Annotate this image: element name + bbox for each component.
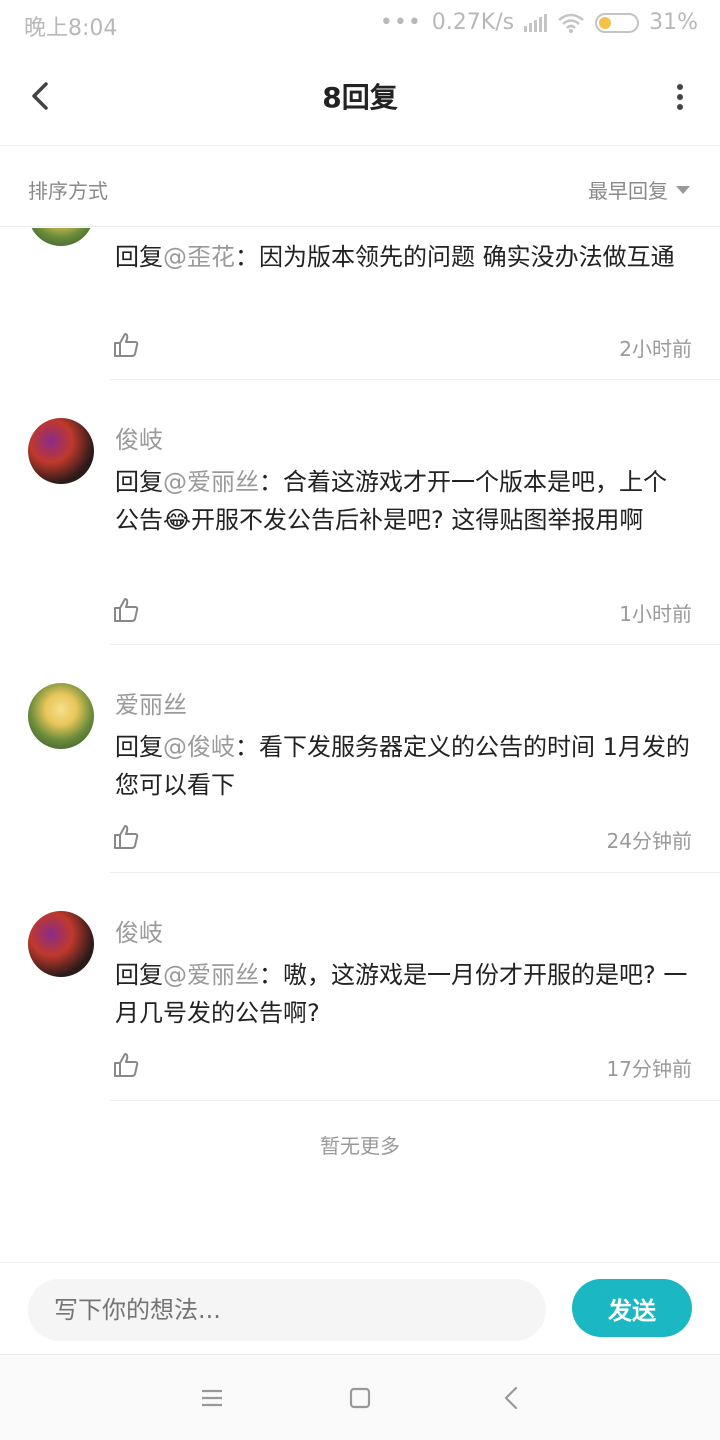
comment-body: 回复@爱丽丝：嗷，这游戏是一月份才开服的是吧? 一月几号发的公告啊? — [115, 956, 690, 1032]
comment-time: 17分钟前 — [606, 1057, 692, 1081]
no-more-text: 暂无更多 — [320, 1134, 400, 1158]
username[interactable]: 俊岐 — [115, 420, 163, 455]
comment-body: 回复@俊岐：看下发服务器定义的公告的时间 1月发的 您可以看下 — [115, 728, 690, 804]
comment-input[interactable] — [28, 1279, 546, 1341]
divider — [110, 1100, 720, 1101]
status-right: ••• 0.27K/s 31% — [380, 10, 698, 35]
battery-icon — [595, 12, 640, 33]
system-nav-bar — [0, 1354, 720, 1440]
username[interactable]: 俊岐 — [115, 913, 163, 948]
username[interactable]: 爱丽丝 — [115, 685, 187, 720]
wifi-icon — [558, 13, 584, 33]
status-bar: 晚上8:04 ••• 0.27K/s 31% — [0, 0, 720, 46]
avatar[interactable] — [28, 228, 94, 246]
sort-bar: 排序方式 最早回复 — [0, 147, 720, 227]
comment-body: 回复@爱丽丝：合着这游戏才开一个版本是吧，上个公告😂开服不发公告后补是吧? 这得… — [115, 463, 690, 539]
send-button[interactable]: 发送 — [572, 1279, 692, 1337]
thumbs-up-icon[interactable] — [112, 596, 140, 624]
mention-link[interactable]: @爱丽丝 — [163, 961, 259, 989]
status-time: 晚上8:04 — [24, 16, 118, 41]
comment-time: 24分钟前 — [606, 829, 692, 853]
more-vertical-icon[interactable] — [674, 82, 686, 112]
network-speed: 0.27K/s — [431, 10, 515, 35]
thumbs-up-icon[interactable] — [112, 331, 140, 359]
reply-prefix: 回复 — [115, 243, 163, 271]
comment-body: 回复@歪花：因为版本领先的问题 确实没办法做互通 — [115, 238, 690, 276]
reply-prefix: 回复 — [115, 468, 163, 496]
mention-link[interactable]: @歪花 — [163, 243, 235, 271]
menu-icon[interactable] — [196, 1383, 228, 1413]
comment-text: ：因为版本领先的问题 确实没办法做互通 — [235, 243, 675, 271]
thumbs-up-icon[interactable] — [112, 823, 140, 851]
thumbs-up-icon[interactable] — [112, 1051, 140, 1079]
avatar[interactable] — [28, 911, 94, 977]
comment-item: 爱丽丝 回复@俊岐：看下发服务器定义的公告的时间 1月发的 您可以看下 24分钟… — [0, 645, 720, 872]
comment-item: 回复@歪花：因为版本领先的问题 确实没办法做互通 2小时前 — [0, 228, 720, 380]
comment-time: 1小时前 — [619, 602, 692, 626]
back-nav-icon[interactable] — [496, 1383, 528, 1413]
mention-link[interactable]: @爱丽丝 — [163, 468, 259, 496]
caret-down-icon — [676, 185, 690, 194]
battery-percent: 31% — [649, 10, 698, 35]
comment-time: 2小时前 — [619, 337, 692, 361]
comment-list: 回复@歪花：因为版本领先的问题 确实没办法做互通 2小时前 俊岐 回复@爱丽丝：… — [0, 228, 720, 1262]
sort-selected: 最早回复 — [588, 179, 668, 203]
page-title: 8回复 — [322, 81, 398, 114]
reply-prefix: 回复 — [115, 961, 163, 989]
mention-link[interactable]: @俊岐 — [163, 733, 235, 761]
header: 8回复 — [0, 46, 720, 146]
reply-prefix: 回复 — [115, 733, 163, 761]
sort-label: 排序方式 — [28, 179, 108, 203]
comment-item: 俊岐 回复@爱丽丝：嗷，这游戏是一月份才开服的是吧? 一月几号发的公告啊? 17… — [0, 873, 720, 1100]
comment-item: 俊岐 回复@爱丽丝：合着这游戏才开一个版本是吧，上个公告😂开服不发公告后补是吧?… — [0, 380, 720, 645]
signal-icon — [524, 13, 548, 32]
compose-bar: 发送 — [0, 1262, 720, 1354]
avatar[interactable] — [28, 418, 94, 484]
avatar[interactable] — [28, 683, 94, 749]
home-icon[interactable] — [344, 1383, 376, 1413]
dots-icon: ••• — [379, 10, 422, 35]
sort-dropdown[interactable]: 最早回复 — [588, 175, 690, 204]
